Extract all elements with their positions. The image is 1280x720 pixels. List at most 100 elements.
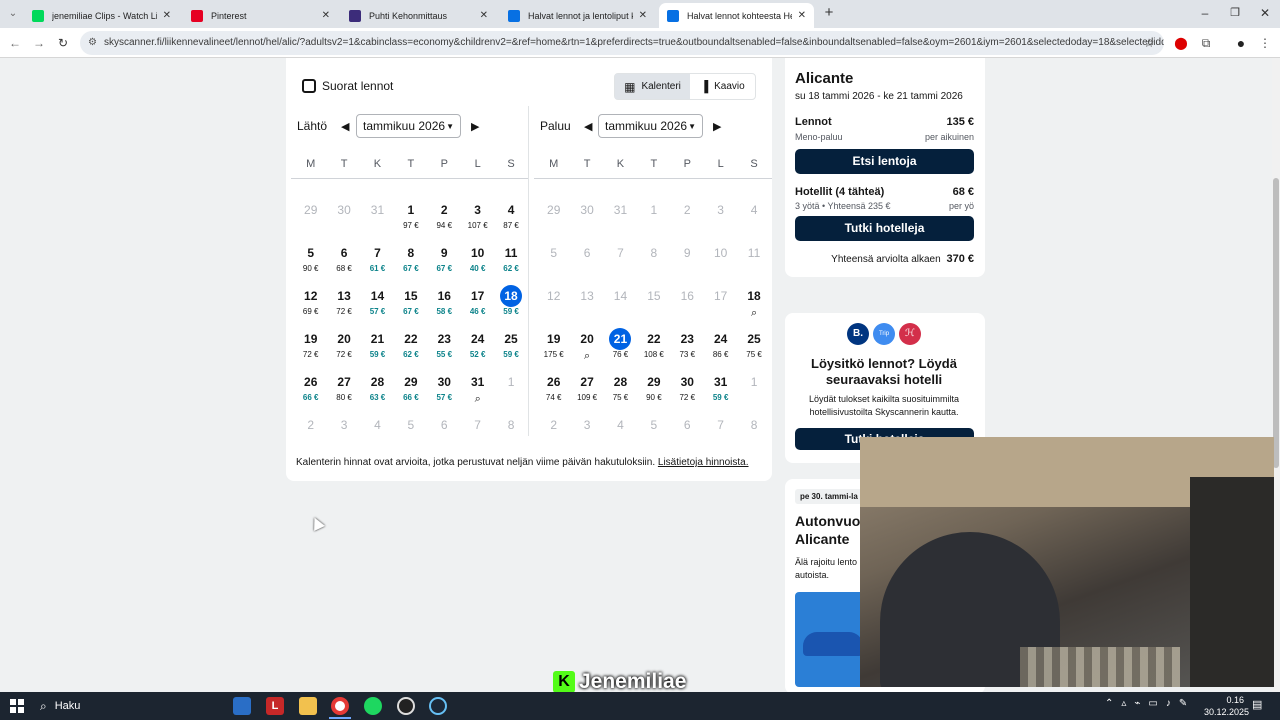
calendar-day[interactable]: 13 72 € [327,285,360,328]
calendar-day[interactable]: 22 62 € [394,328,427,371]
calendar-day[interactable]: 20 ⌕ [570,328,603,371]
calendar-day[interactable]: 25 75 € [737,328,770,371]
prev-month-icon[interactable]: ◀ [341,120,356,133]
calendar-day[interactable]: 19 175 € [537,328,570,371]
edge-app-icon[interactable] [233,697,251,715]
browser-tab[interactable]: Pinterest ✕ [183,3,338,28]
calendar-day[interactable]: 20 72 € [327,328,360,371]
taskbar-search[interactable]: ⌕ Haku [32,692,224,720]
chevron-down-icon: ▼ [446,121,454,131]
prev-month-icon[interactable]: ◀ [584,120,598,133]
calendar-day[interactable]: 21 59 € [361,328,394,371]
calendar-day[interactable]: 9 67 € [428,242,461,285]
tab-calendar[interactable]: ▦ Kalenteri [615,74,690,99]
forward-icon[interactable]: → [30,34,48,52]
calendar-day[interactable]: 28 75 € [604,371,637,414]
reload-icon[interactable]: ↻ [54,34,72,52]
next-month-icon[interactable]: ▶ [471,120,479,133]
calendar-day[interactable]: 11 62 € [494,242,527,285]
calendar-day[interactable]: 26 66 € [294,371,327,414]
calendar-day[interactable]: 8 67 € [394,242,427,285]
tab-graph[interactable]: ▐ Kaavio [690,74,755,99]
minimize-icon[interactable]: – [1196,4,1214,22]
close-tab-icon[interactable]: ✕ [322,10,330,21]
calendar-day[interactable]: 18 59 € [494,285,527,328]
calendar-day[interactable]: 23 73 € [671,328,704,371]
calendar-day[interactable]: 5 90 € [294,242,327,285]
browser-tab[interactable]: Puhti Kehonmittaus ✕ [341,3,496,28]
calendar-day[interactable]: 19 72 € [294,328,327,371]
direct-flights-toggle[interactable]: Suorat lennot [302,79,393,93]
explore-hotels-button[interactable]: Tutki hotelleja [795,216,974,241]
calendar-day[interactable]: 23 55 € [428,328,461,371]
scrollbar-thumb[interactable] [1273,178,1279,468]
calendar-day[interactable]: 28 63 € [361,371,394,414]
calendar-day[interactable]: 16 58 € [428,285,461,328]
new-tab-button[interactable]: + [820,4,838,22]
calendar-day[interactable]: 29 90 € [637,371,670,414]
calendar-day[interactable]: 25 59 € [494,328,527,371]
calendar-day[interactable]: 10 40 € [461,242,494,285]
calendar-day[interactable]: 31 59 € [704,371,737,414]
calendar-day[interactable]: 1 97 € [394,199,427,242]
steam-app-icon[interactable] [429,697,447,715]
calendar-day[interactable]: 30 72 € [671,371,704,414]
calendar-day[interactable]: 24 52 € [461,328,494,371]
close-tab-icon[interactable]: ✕ [798,10,806,21]
close-window-icon[interactable]: ✕ [1256,4,1274,22]
calendar-day[interactable]: 15 67 € [394,285,427,328]
calendar-day[interactable]: 30 57 € [428,371,461,414]
back-icon[interactable]: ← [6,34,24,52]
calendar-day[interactable]: 22 108 € [637,328,670,371]
spotify-app-icon[interactable] [364,697,382,715]
obs-app-icon[interactable] [397,697,415,715]
close-tab-icon[interactable]: ✕ [480,10,488,21]
bookmark-star-icon[interactable]: ☆ [1140,34,1158,52]
url-field[interactable]: ⚙ skyscanner.fi/liikennevalineet/lennot/… [80,31,1164,55]
calendar-day[interactable]: 31 ⌕ [461,371,494,414]
opera-extension-icon[interactable]: ⬤ [1172,34,1190,52]
close-tab-icon[interactable]: ✕ [163,10,171,21]
lol-app-icon[interactable]: L [266,697,284,715]
calendar-day[interactable]: 24 86 € [704,328,737,371]
clock[interactable]: 0.16 30.12.2025 [1204,694,1249,718]
close-tab-icon[interactable]: ✕ [639,10,647,21]
search-icon[interactable]: ⌕ [461,393,494,405]
search-icon[interactable]: ⌕ [570,350,603,362]
profile-avatar-icon[interactable]: ● [1232,34,1250,52]
calendar-day[interactable]: 14 57 € [361,285,394,328]
search-icon[interactable]: ⌕ [737,307,770,319]
chrome-app-icon[interactable] [331,697,349,715]
checkbox-icon[interactable] [302,79,316,93]
calendar-day[interactable]: 27 80 € [327,371,360,414]
calendar-day[interactable]: 21 76 € [604,328,637,371]
calendar-day[interactable]: 17 46 € [461,285,494,328]
system-tray-icons[interactable]: ⌃▵⌁▭♪✎ [1105,698,1195,709]
footnote-link[interactable]: Lisätietoja hinnoista. [658,457,749,468]
calendar-day[interactable]: 2 94 € [428,199,461,242]
restore-icon[interactable]: ❐ [1226,4,1244,22]
calendar-day[interactable]: 7 61 € [361,242,394,285]
calendar-day[interactable]: 18 ⌕ [737,285,770,328]
next-month-icon[interactable]: ▶ [713,120,721,133]
calendar-day[interactable]: 4 87 € [494,199,527,242]
browser-tab[interactable]: jenemiliae Clips - Watch Live on ✕ [24,3,179,28]
calendar-day[interactable]: 29 66 € [394,371,427,414]
file-explorer-icon[interactable] [299,697,317,715]
tab-list-icon[interactable]: ⌄ [4,5,22,23]
browser-tab[interactable]: Halvat lennot kohteesta Helsink ✕ [659,3,814,28]
extensions-icon[interactable]: ⧉ [1197,34,1215,52]
calendar-day[interactable]: 6 68 € [327,242,360,285]
calendar-day[interactable]: 3 107 € [461,199,494,242]
site-info-icon[interactable]: ⚙ [88,31,97,55]
return-month-select[interactable]: tammikuu 2026 ▼ [598,114,703,138]
start-button[interactable] [10,699,24,713]
browser-tab[interactable]: Halvat lennot ja lentoliput kaikk ✕ [500,3,655,28]
search-flights-button[interactable]: Etsi lentoja [795,149,974,174]
calendar-day[interactable]: 12 69 € [294,285,327,328]
depart-month-select[interactable]: tammikuu 2026 ▼ [356,114,461,138]
calendar-day[interactable]: 27 109 € [570,371,603,414]
calendar-day[interactable]: 26 74 € [537,371,570,414]
menu-icon[interactable]: ⋮ [1256,34,1274,52]
notification-icon[interactable]: ▤ [1252,698,1262,711]
